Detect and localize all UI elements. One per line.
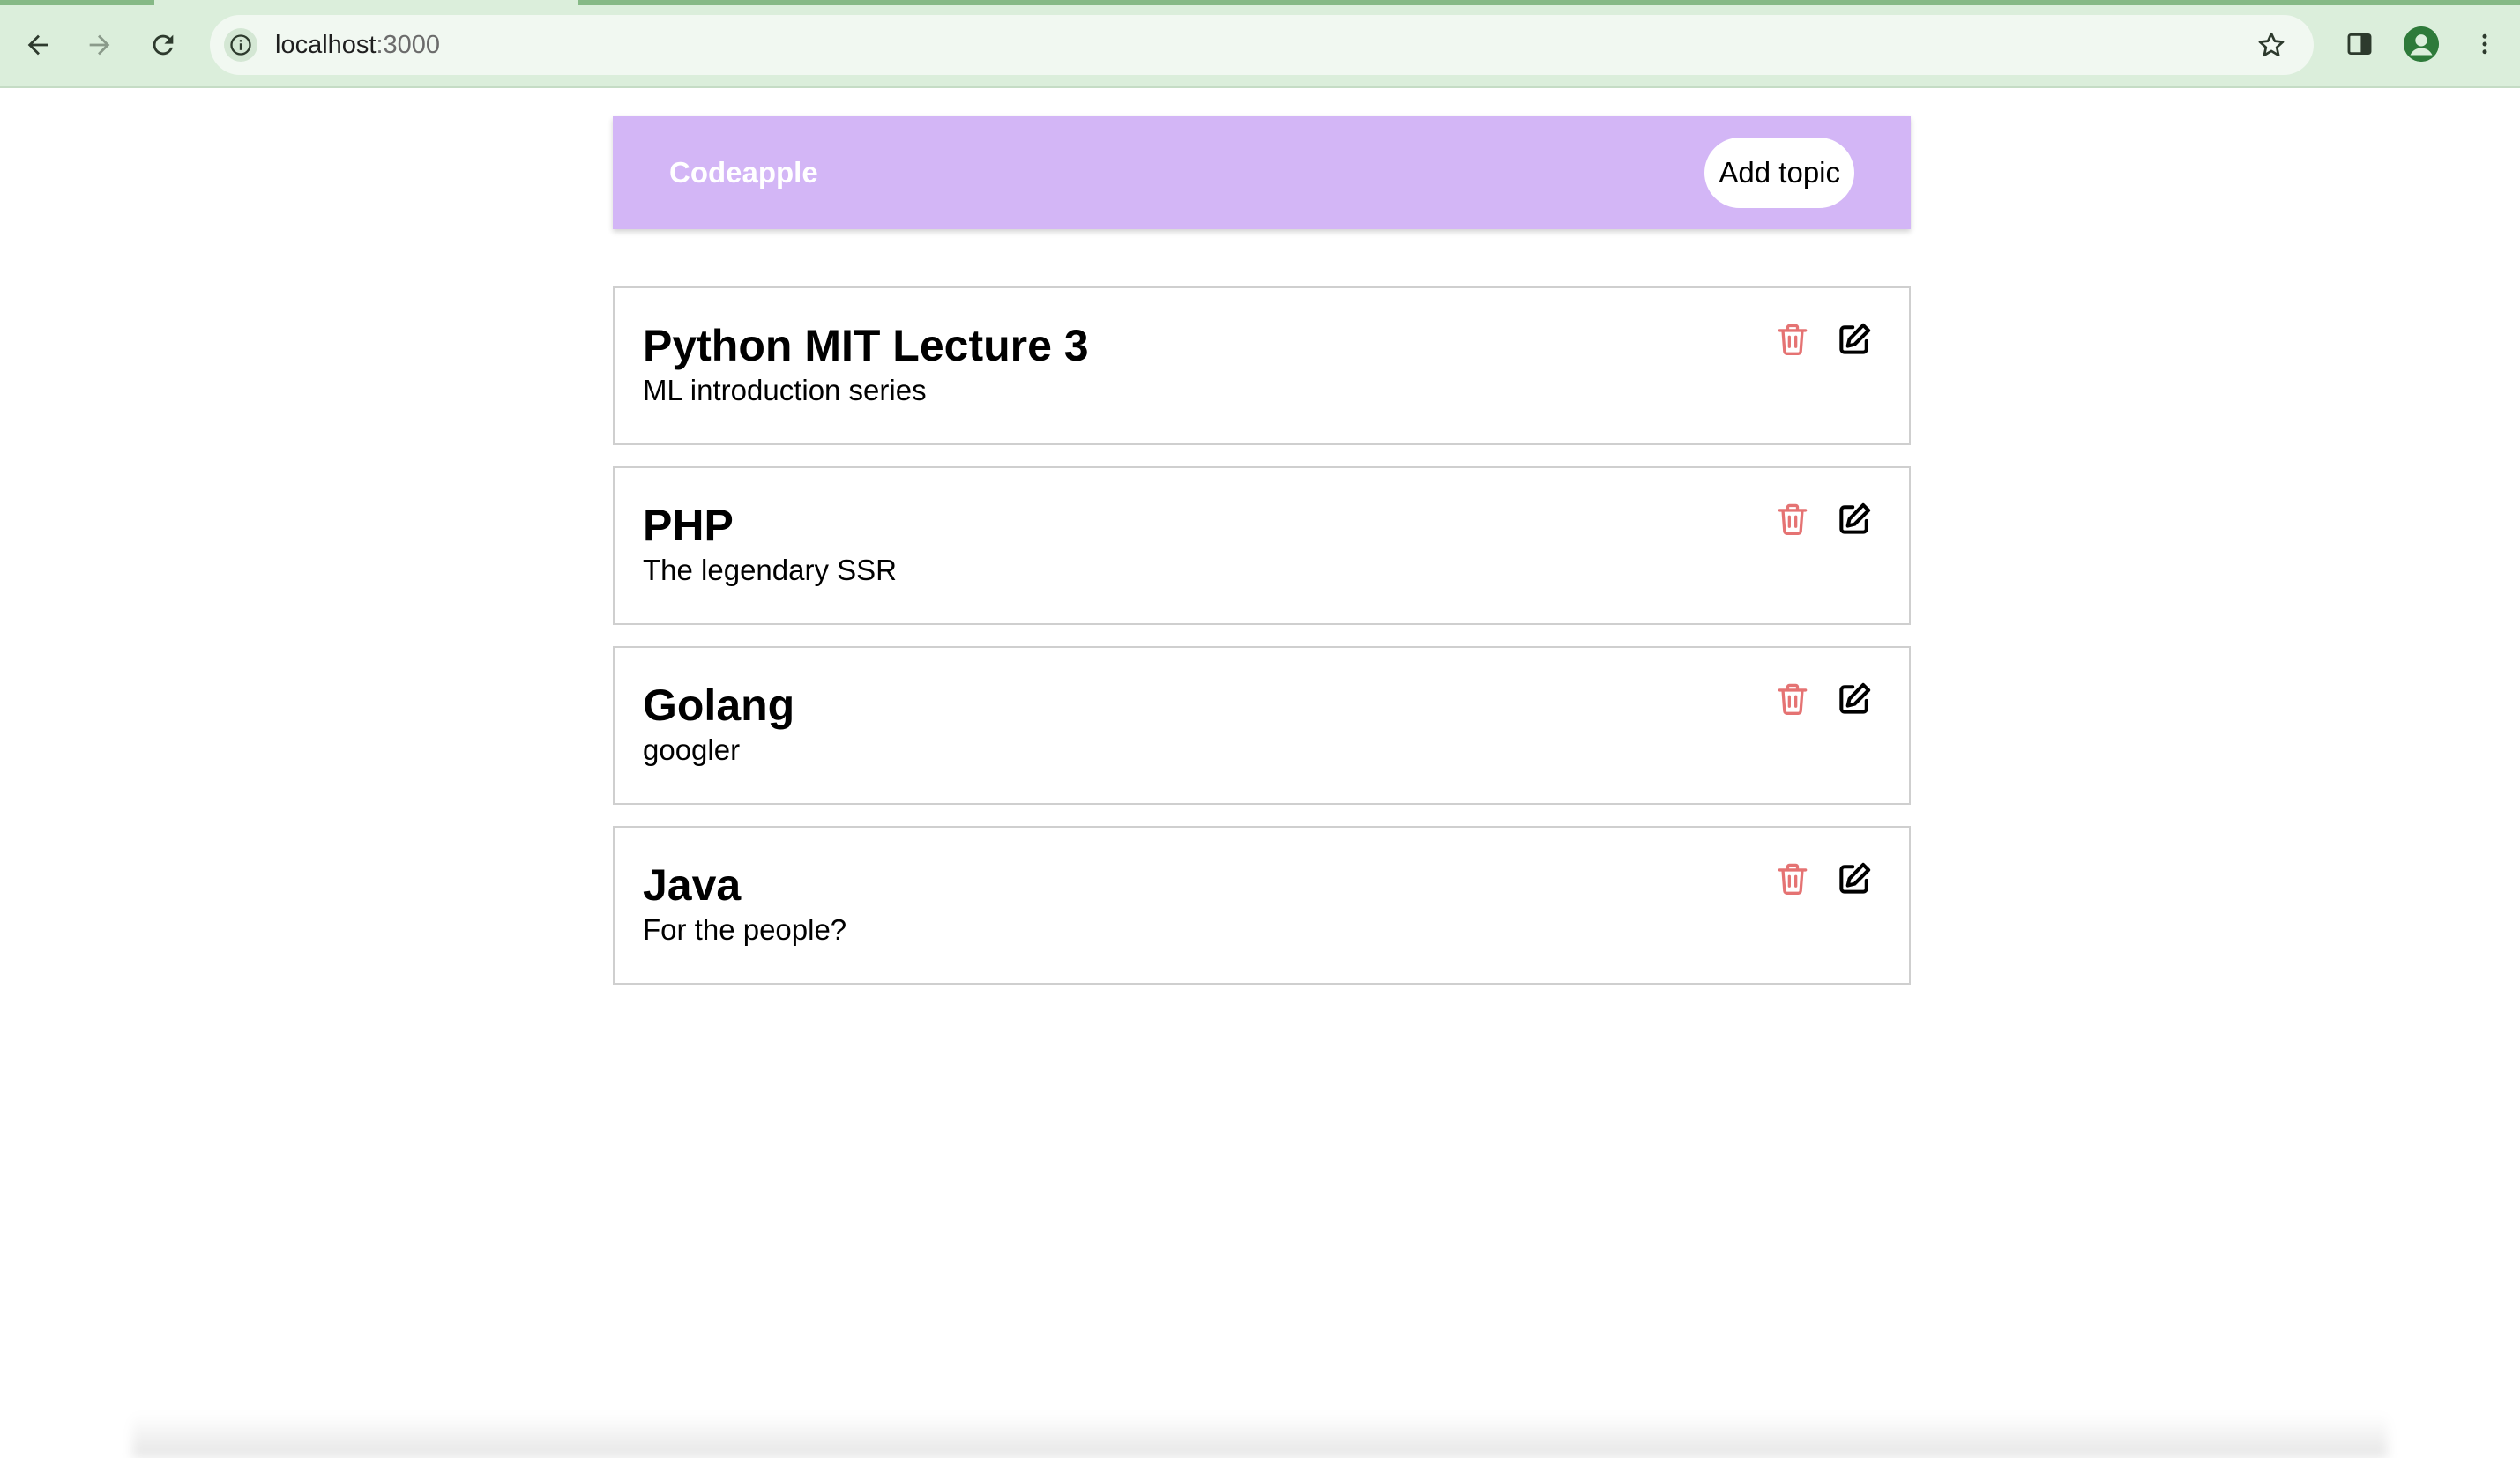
- navbar: Codeapple Add topic: [613, 116, 1911, 229]
- trash-icon: [1778, 683, 1808, 715]
- browser-menu-button[interactable]: [2460, 19, 2509, 69]
- star-icon: [2258, 32, 2285, 57]
- arrow-right-icon: [89, 34, 110, 56]
- topic-actions: [1771, 678, 1875, 720]
- site-info-button[interactable]: [224, 28, 257, 62]
- url-host: localhost: [275, 31, 377, 59]
- side-panel-button[interactable]: [2335, 19, 2384, 69]
- edit-topic-button[interactable]: [1833, 858, 1875, 900]
- reload-icon: [153, 34, 174, 56]
- edit-topic-button[interactable]: [1833, 498, 1875, 540]
- topic-description: ML introduction series: [643, 374, 927, 406]
- topic-actions: [1771, 498, 1875, 540]
- topic-title: PHP: [643, 501, 734, 550]
- add-topic-button[interactable]: Add topic: [1704, 138, 1854, 208]
- page-content: Codeapple Add topic Python MIT Lecture 3…: [0, 88, 2520, 1458]
- topic-description: googler: [643, 733, 741, 766]
- kebab-menu-icon: [2482, 33, 2487, 55]
- topic-list: Python MIT Lecture 3 ML introduction ser…: [613, 286, 1911, 1006]
- topic-title: Java: [643, 860, 742, 910]
- topic-card: Python MIT Lecture 3 ML introduction ser…: [613, 286, 1911, 445]
- reload-button[interactable]: [138, 19, 189, 71]
- info-icon: [230, 34, 251, 56]
- active-tab[interactable]: [154, 0, 578, 5]
- trash-icon: [1778, 503, 1808, 535]
- url-text: localhost:3000: [275, 29, 440, 61]
- topic-card: PHP The legendary SSR: [613, 466, 1911, 625]
- arrow-left-icon: [27, 34, 48, 56]
- topic-actions: [1771, 858, 1875, 900]
- topic-card: Java For the people?: [613, 826, 1911, 985]
- tab-strip: [0, 0, 2520, 5]
- back-button[interactable]: [12, 19, 63, 71]
- edit-icon: [1839, 323, 1871, 354]
- topic-title: Golang: [643, 681, 795, 730]
- edit-icon: [1839, 682, 1871, 714]
- edit-topic-button[interactable]: [1833, 678, 1875, 720]
- brand-link[interactable]: Codeapple: [669, 156, 818, 190]
- browser-toolbar: localhost:3000: [0, 0, 2520, 88]
- topic-description: For the people?: [643, 913, 847, 946]
- topic-card: Golang googler: [613, 646, 1911, 805]
- edit-icon: [1839, 502, 1871, 534]
- address-bar[interactable]: localhost:3000: [210, 15, 2314, 75]
- edit-topic-button[interactable]: [1833, 318, 1875, 361]
- url-port: :3000: [376, 31, 441, 59]
- avatar: [2404, 26, 2439, 62]
- delete-topic-button[interactable]: [1771, 498, 1814, 540]
- edit-icon: [1839, 862, 1871, 894]
- profile-icon: [2404, 26, 2439, 62]
- trash-icon: [1778, 324, 1808, 355]
- topic-description: The legendary SSR: [643, 554, 897, 586]
- profile-button[interactable]: [2397, 19, 2446, 69]
- topic-actions: [1771, 318, 1875, 361]
- delete-topic-button[interactable]: [1771, 318, 1814, 361]
- delete-topic-button[interactable]: [1771, 678, 1814, 720]
- topic-title: Python MIT Lecture 3: [643, 321, 1089, 370]
- side-panel-icon: [2347, 33, 2372, 56]
- trash-icon: [1778, 863, 1808, 895]
- forward-button[interactable]: [74, 19, 125, 71]
- bookmark-button[interactable]: [2247, 20, 2296, 70]
- delete-topic-button[interactable]: [1771, 858, 1814, 900]
- bottom-shadow: [132, 1414, 2388, 1458]
